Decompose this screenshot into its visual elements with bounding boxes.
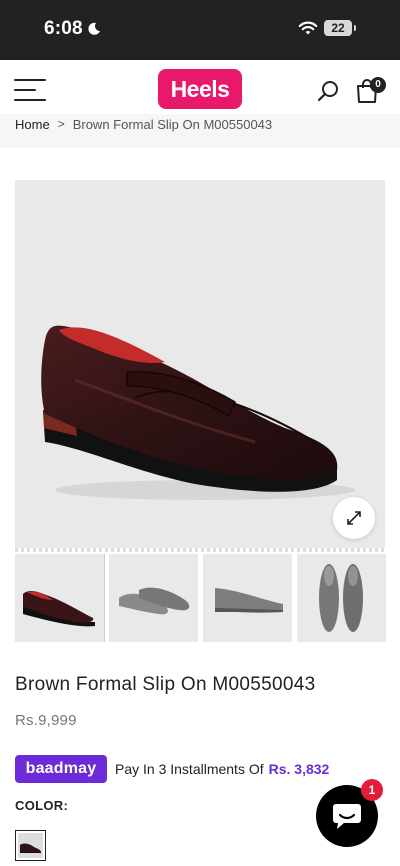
image-divider — [15, 548, 385, 552]
status-time-group: 6:08 — [44, 18, 101, 40]
installment-text: Pay In 3 Installments Of — [115, 761, 264, 777]
color-label: COLOR: — [15, 798, 69, 813]
status-bar: 6:08 22 — [0, 0, 400, 60]
thumbnail-4[interactable] — [297, 554, 386, 642]
battery-indicator: 22 — [324, 20, 356, 36]
installment-amount: Rs. 3,832 — [268, 761, 330, 777]
chat-unread-badge: 1 — [361, 779, 383, 801]
breadcrumb-current: Brown Formal Slip On M00550043 — [72, 117, 273, 132]
swatch-shoe-image — [20, 843, 41, 853]
color-swatch[interactable] — [15, 830, 46, 861]
cart-count-badge: 0 — [370, 77, 386, 93]
breadcrumb-home[interactable]: Home — [15, 117, 50, 132]
thumbnail-strip — [15, 554, 400, 642]
thumbnail-2[interactable] — [109, 554, 198, 642]
logo[interactable]: Heels — [158, 69, 242, 109]
expand-image-button[interactable] — [333, 497, 375, 539]
thumbnail-3[interactable] — [203, 554, 292, 642]
shoe-image — [41, 325, 355, 500]
moon-icon — [88, 22, 100, 35]
thumbnail-1[interactable] — [15, 554, 105, 642]
status-time: 6:08 — [44, 18, 83, 39]
color-swatch-image — [18, 833, 43, 858]
breadcrumb: Home > Brown Formal Slip On M00550043 — [0, 114, 400, 148]
chat-icon — [333, 804, 361, 829]
thumbnail-shoe-side-grey — [215, 588, 283, 613]
search-icon[interactable] — [316, 79, 340, 103]
product-main-image[interactable] — [15, 180, 385, 548]
thumbnail-shoe-side-dark — [23, 590, 95, 627]
site-header: Heels 0 — [0, 60, 400, 120]
thumbnail-shoe-top — [319, 564, 363, 632]
breadcrumb-separator: > — [57, 117, 65, 131]
thumbnail-shoe-pair — [119, 587, 190, 615]
installment-row: baadmay Pay In 3 Installments Of Rs. 3,8… — [15, 755, 329, 783]
baadmay-logo[interactable]: baadmay — [15, 755, 107, 783]
menu-icon[interactable] — [14, 79, 46, 101]
product-title: Brown Formal Slip On M00550043 — [15, 674, 316, 695]
product-price: Rs.9,999 — [15, 712, 77, 729]
expand-icon — [347, 511, 361, 525]
wifi-icon — [298, 21, 318, 35]
